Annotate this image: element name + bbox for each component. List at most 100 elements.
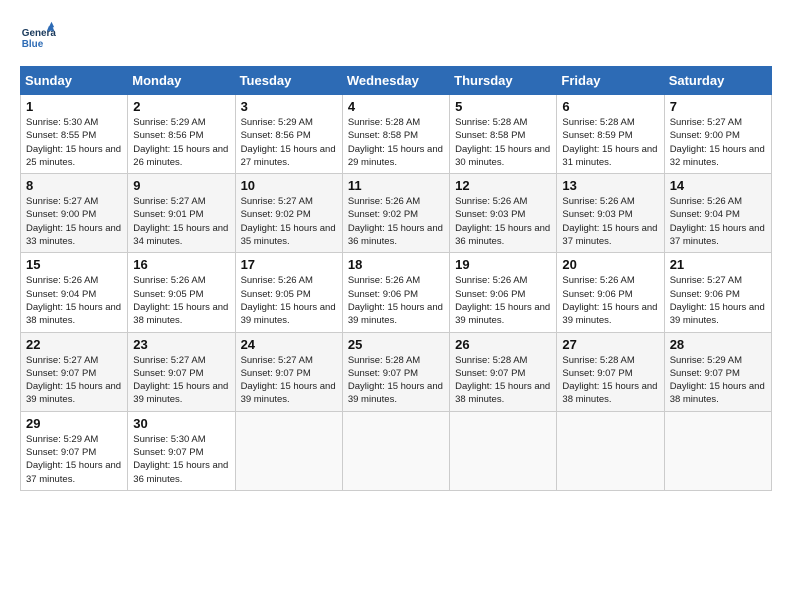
calendar-week-row: 8 Sunrise: 5:27 AMSunset: 9:00 PMDayligh… xyxy=(21,174,772,253)
day-detail: Sunrise: 5:27 AMSunset: 9:02 PMDaylight:… xyxy=(241,196,336,247)
day-number: 30 xyxy=(133,416,229,431)
day-number: 28 xyxy=(670,337,766,352)
calendar-cell: 16 Sunrise: 5:26 AMSunset: 9:05 PMDaylig… xyxy=(128,253,235,332)
calendar-cell: 27 Sunrise: 5:28 AMSunset: 9:07 PMDaylig… xyxy=(557,332,664,411)
day-number: 19 xyxy=(455,257,551,272)
weekday-header-sunday: Sunday xyxy=(21,67,128,95)
calendar-table: SundayMondayTuesdayWednesdayThursdayFrid… xyxy=(20,66,772,491)
calendar-cell: 11 Sunrise: 5:26 AMSunset: 9:02 PMDaylig… xyxy=(342,174,449,253)
day-detail: Sunrise: 5:26 AMSunset: 9:02 PMDaylight:… xyxy=(348,196,443,247)
calendar-cell: 15 Sunrise: 5:26 AMSunset: 9:04 PMDaylig… xyxy=(21,253,128,332)
calendar-cell: 28 Sunrise: 5:29 AMSunset: 9:07 PMDaylig… xyxy=(664,332,771,411)
weekday-header-saturday: Saturday xyxy=(664,67,771,95)
day-detail: Sunrise: 5:28 AMSunset: 9:07 PMDaylight:… xyxy=(348,355,443,406)
day-number: 17 xyxy=(241,257,337,272)
day-detail: Sunrise: 5:29 AMSunset: 8:56 PMDaylight:… xyxy=(241,117,336,168)
calendar-cell xyxy=(235,411,342,490)
calendar-cell: 24 Sunrise: 5:27 AMSunset: 9:07 PMDaylig… xyxy=(235,332,342,411)
calendar-cell: 1 Sunrise: 5:30 AMSunset: 8:55 PMDayligh… xyxy=(21,95,128,174)
calendar-cell: 29 Sunrise: 5:29 AMSunset: 9:07 PMDaylig… xyxy=(21,411,128,490)
calendar-cell: 17 Sunrise: 5:26 AMSunset: 9:05 PMDaylig… xyxy=(235,253,342,332)
day-detail: Sunrise: 5:27 AMSunset: 9:07 PMDaylight:… xyxy=(26,355,121,406)
day-detail: Sunrise: 5:26 AMSunset: 9:06 PMDaylight:… xyxy=(562,275,657,326)
day-detail: Sunrise: 5:29 AMSunset: 9:07 PMDaylight:… xyxy=(670,355,765,406)
calendar-cell: 9 Sunrise: 5:27 AMSunset: 9:01 PMDayligh… xyxy=(128,174,235,253)
day-detail: Sunrise: 5:26 AMSunset: 9:05 PMDaylight:… xyxy=(133,275,228,326)
day-detail: Sunrise: 5:26 AMSunset: 9:03 PMDaylight:… xyxy=(455,196,550,247)
day-number: 18 xyxy=(348,257,444,272)
calendar-cell: 30 Sunrise: 5:30 AMSunset: 9:07 PMDaylig… xyxy=(128,411,235,490)
day-number: 3 xyxy=(241,99,337,114)
day-detail: Sunrise: 5:26 AMSunset: 9:06 PMDaylight:… xyxy=(455,275,550,326)
calendar-cell: 7 Sunrise: 5:27 AMSunset: 9:00 PMDayligh… xyxy=(664,95,771,174)
calendar-cell: 13 Sunrise: 5:26 AMSunset: 9:03 PMDaylig… xyxy=(557,174,664,253)
day-number: 9 xyxy=(133,178,229,193)
header: General Blue xyxy=(20,20,772,56)
day-detail: Sunrise: 5:26 AMSunset: 9:04 PMDaylight:… xyxy=(26,275,121,326)
day-detail: Sunrise: 5:27 AMSunset: 9:07 PMDaylight:… xyxy=(241,355,336,406)
day-number: 14 xyxy=(670,178,766,193)
day-number: 8 xyxy=(26,178,122,193)
day-number: 20 xyxy=(562,257,658,272)
day-detail: Sunrise: 5:30 AMSunset: 8:55 PMDaylight:… xyxy=(26,117,121,168)
calendar-cell: 20 Sunrise: 5:26 AMSunset: 9:06 PMDaylig… xyxy=(557,253,664,332)
day-detail: Sunrise: 5:27 AMSunset: 9:06 PMDaylight:… xyxy=(670,275,765,326)
weekday-header-monday: Monday xyxy=(128,67,235,95)
calendar-cell xyxy=(557,411,664,490)
calendar-week-row: 29 Sunrise: 5:29 AMSunset: 9:07 PMDaylig… xyxy=(21,411,772,490)
day-number: 15 xyxy=(26,257,122,272)
calendar-cell: 10 Sunrise: 5:27 AMSunset: 9:02 PMDaylig… xyxy=(235,174,342,253)
day-number: 13 xyxy=(562,178,658,193)
day-detail: Sunrise: 5:26 AMSunset: 9:03 PMDaylight:… xyxy=(562,196,657,247)
day-detail: Sunrise: 5:30 AMSunset: 9:07 PMDaylight:… xyxy=(133,434,228,485)
calendar-cell xyxy=(342,411,449,490)
day-detail: Sunrise: 5:26 AMSunset: 9:06 PMDaylight:… xyxy=(348,275,443,326)
day-detail: Sunrise: 5:26 AMSunset: 9:04 PMDaylight:… xyxy=(670,196,765,247)
day-number: 16 xyxy=(133,257,229,272)
calendar-cell: 25 Sunrise: 5:28 AMSunset: 9:07 PMDaylig… xyxy=(342,332,449,411)
calendar-week-row: 15 Sunrise: 5:26 AMSunset: 9:04 PMDaylig… xyxy=(21,253,772,332)
weekday-header-thursday: Thursday xyxy=(450,67,557,95)
day-number: 10 xyxy=(241,178,337,193)
day-detail: Sunrise: 5:28 AMSunset: 9:07 PMDaylight:… xyxy=(455,355,550,406)
day-number: 22 xyxy=(26,337,122,352)
day-detail: Sunrise: 5:27 AMSunset: 9:01 PMDaylight:… xyxy=(133,196,228,247)
day-detail: Sunrise: 5:29 AMSunset: 8:56 PMDaylight:… xyxy=(133,117,228,168)
day-detail: Sunrise: 5:28 AMSunset: 9:07 PMDaylight:… xyxy=(562,355,657,406)
day-number: 29 xyxy=(26,416,122,431)
day-number: 7 xyxy=(670,99,766,114)
day-detail: Sunrise: 5:26 AMSunset: 9:05 PMDaylight:… xyxy=(241,275,336,326)
calendar-cell: 12 Sunrise: 5:26 AMSunset: 9:03 PMDaylig… xyxy=(450,174,557,253)
day-number: 1 xyxy=(26,99,122,114)
calendar-cell: 6 Sunrise: 5:28 AMSunset: 8:59 PMDayligh… xyxy=(557,95,664,174)
calendar-week-row: 1 Sunrise: 5:30 AMSunset: 8:55 PMDayligh… xyxy=(21,95,772,174)
day-number: 6 xyxy=(562,99,658,114)
day-number: 25 xyxy=(348,337,444,352)
calendar-cell: 3 Sunrise: 5:29 AMSunset: 8:56 PMDayligh… xyxy=(235,95,342,174)
logo-icon: General Blue xyxy=(20,20,56,56)
day-number: 24 xyxy=(241,337,337,352)
calendar-cell: 2 Sunrise: 5:29 AMSunset: 8:56 PMDayligh… xyxy=(128,95,235,174)
day-number: 5 xyxy=(455,99,551,114)
calendar-cell: 5 Sunrise: 5:28 AMSunset: 8:58 PMDayligh… xyxy=(450,95,557,174)
day-number: 2 xyxy=(133,99,229,114)
calendar-cell: 14 Sunrise: 5:26 AMSunset: 9:04 PMDaylig… xyxy=(664,174,771,253)
weekday-header-tuesday: Tuesday xyxy=(235,67,342,95)
day-detail: Sunrise: 5:27 AMSunset: 9:07 PMDaylight:… xyxy=(133,355,228,406)
calendar-cell: 8 Sunrise: 5:27 AMSunset: 9:00 PMDayligh… xyxy=(21,174,128,253)
day-detail: Sunrise: 5:28 AMSunset: 8:59 PMDaylight:… xyxy=(562,117,657,168)
day-detail: Sunrise: 5:27 AMSunset: 9:00 PMDaylight:… xyxy=(670,117,765,168)
logo: General Blue xyxy=(20,20,56,56)
weekday-header-wednesday: Wednesday xyxy=(342,67,449,95)
calendar-week-row: 22 Sunrise: 5:27 AMSunset: 9:07 PMDaylig… xyxy=(21,332,772,411)
calendar-cell: 18 Sunrise: 5:26 AMSunset: 9:06 PMDaylig… xyxy=(342,253,449,332)
day-number: 11 xyxy=(348,178,444,193)
day-number: 23 xyxy=(133,337,229,352)
calendar-cell xyxy=(450,411,557,490)
calendar-cell: 19 Sunrise: 5:26 AMSunset: 9:06 PMDaylig… xyxy=(450,253,557,332)
day-detail: Sunrise: 5:28 AMSunset: 8:58 PMDaylight:… xyxy=(348,117,443,168)
calendar-cell: 22 Sunrise: 5:27 AMSunset: 9:07 PMDaylig… xyxy=(21,332,128,411)
day-number: 26 xyxy=(455,337,551,352)
svg-text:Blue: Blue xyxy=(22,39,44,50)
day-number: 4 xyxy=(348,99,444,114)
